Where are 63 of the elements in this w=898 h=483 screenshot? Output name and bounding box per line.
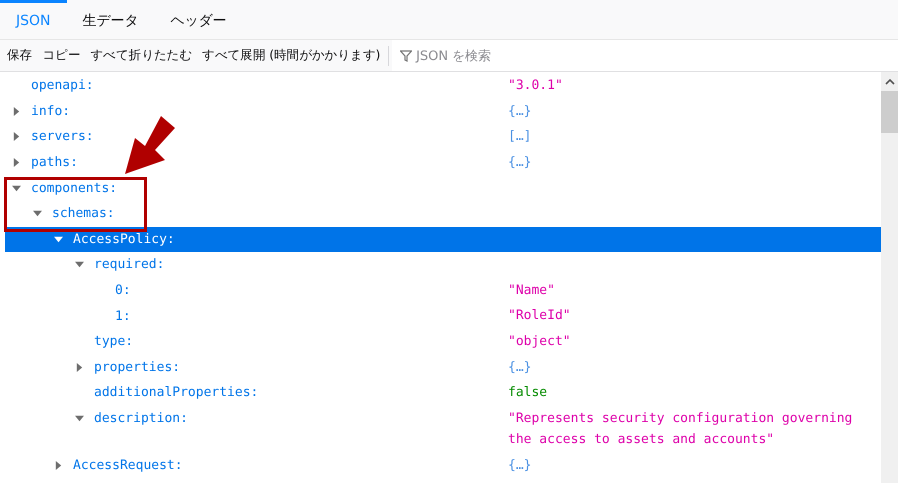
tree-row[interactable]: type: "object" [5,328,881,355]
filter-field[interactable]: JSON を検索 [392,40,898,71]
scrollbar-thumb[interactable] [881,91,898,133]
expanded-triangle-icon[interactable] [12,184,20,193]
expanded-triangle-icon[interactable] [32,209,42,218]
json-key: description: [94,411,188,426]
tree-row[interactable]: paths: {…} [5,150,881,176]
tree-row[interactable]: 1: "RoleId" [5,303,881,329]
scrollbar[interactable] [881,72,898,483]
tree-row[interactable]: openapi: "3.0.1" [5,73,881,99]
json-key: schemas: [52,206,115,222]
json-value: "Name" [508,282,556,300]
tree-row[interactable]: components: [5,175,881,201]
json-value: {…} [508,102,532,121]
json-key: components: [31,180,118,196]
tree-row[interactable]: description: "Represents security configuration governing the access to assets and accounts" [5,406,881,453]
toolbar-button[interactable]: すべて展開 (時間がかかります) [197,42,386,68]
tree-row[interactable]: properties: {…} [5,354,881,380]
json-value: {…} [508,456,532,475]
json-key: servers: [31,129,94,144]
tree-row[interactable]: additionalProperties: false [5,380,881,406]
toolbar-button[interactable]: コピー [37,42,86,68]
tree-row[interactable]: AccessRequest: {…} [5,452,881,478]
scroll-up-icon[interactable] [884,78,894,85]
json-key: 0: [115,283,131,298]
tab[interactable]: ヘッダー [154,0,243,39]
tree-row[interactable]: info: {…} [5,98,881,124]
json-key: 1: [115,308,131,324]
tree-row[interactable]: AccessPolicy: [5,226,881,252]
json-value: {…} [508,154,532,172]
toolbar-button[interactable]: 保存 [2,42,38,68]
filter-icon [400,50,412,62]
expanded-triangle-icon[interactable] [74,414,84,424]
expanded-triangle-icon[interactable] [74,260,84,270]
json-key: AccessPolicy: [73,232,175,247]
tree-row[interactable]: servers: […] [5,124,881,150]
json-value: […] [508,128,532,146]
expanded-triangle-icon[interactable] [54,234,62,244]
collapsed-triangle-icon[interactable] [54,461,62,470]
collapsed-triangle-icon[interactable] [12,158,20,168]
json-value: "object" [508,332,572,351]
json-key: openapi: [31,78,94,94]
collapsed-triangle-icon[interactable] [74,362,84,372]
json-key: info: [31,104,70,119]
json-key: paths: [31,155,78,170]
filter-placeholder: JSON を検索 [416,48,492,64]
tree-row[interactable]: 0: "Name" [5,278,881,304]
json-value: "3.0.1" [508,77,564,95]
json-key: required: [94,257,164,272]
json-key: AccessRequest: [73,458,183,474]
json-value: false [508,384,548,402]
json-key: properties: [94,360,180,375]
json-value: "Represents security configuration governing the access to assets and accounts" [508,410,854,450]
tab[interactable]: 生データ [66,0,155,39]
json-key: type: [94,334,134,350]
json-value: "RoleId" [508,307,572,326]
json-value: {…} [508,358,532,377]
collapsed-triangle-icon[interactable] [12,106,20,116]
tree-row[interactable]: required: [5,252,881,278]
toolbar-button[interactable]: すべて折りたたむ [86,42,198,68]
json-key: additionalProperties: [94,385,258,400]
collapsed-triangle-icon[interactable] [12,132,20,142]
tree-row[interactable]: schemas: [5,200,881,227]
